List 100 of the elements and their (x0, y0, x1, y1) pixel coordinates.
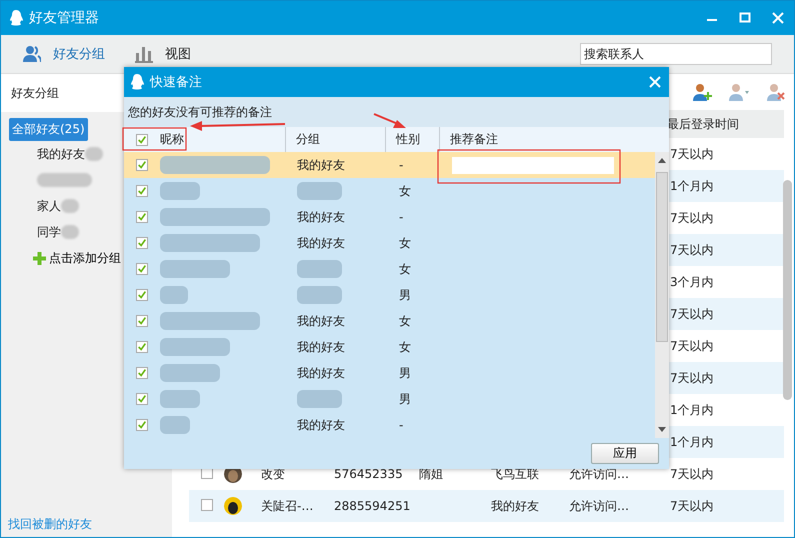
remark-field[interactable] (452, 156, 614, 174)
blurred-count (85, 147, 103, 161)
annotation-arrow (374, 113, 406, 128)
friend-row[interactable]: 女 (124, 178, 655, 204)
blurred-group-item (37, 173, 92, 187)
gender-cell: 男 (399, 366, 411, 380)
last-login-cell: 1个月内 (670, 178, 714, 192)
close-button[interactable] (770, 10, 786, 26)
column-header[interactable]: 最后登录时间 (667, 116, 739, 130)
close-button[interactable] (647, 74, 663, 90)
checkbox[interactable] (136, 367, 148, 379)
group-item[interactable]: 我的好友 (37, 146, 85, 162)
close-icon (647, 74, 663, 90)
scroll-down-icon[interactable] (658, 427, 666, 433)
checkbox[interactable] (136, 393, 148, 405)
checkbox[interactable] (136, 263, 148, 275)
group-item[interactable]: 同学 (37, 224, 61, 240)
bar-chart-icon (135, 45, 153, 63)
blurred-count (61, 199, 79, 213)
add-contact-icon[interactable] (692, 83, 712, 101)
scroll-up-icon[interactable] (658, 157, 666, 163)
last-login-cell: 7天以内 (670, 210, 714, 224)
checkbox[interactable] (136, 315, 148, 327)
friend-row[interactable]: 我的好友 女 (124, 334, 655, 360)
delete-contact-icon[interactable] (766, 83, 786, 101)
last-login-cell: 7天以内 (670, 370, 714, 384)
sidebar-item[interactable]: 全部好友(25) (9, 118, 88, 141)
checkbox[interactable] (200, 498, 212, 510)
name-cell: 改变 (261, 466, 285, 480)
gender-cell: - (399, 158, 404, 172)
blurred-name (160, 364, 220, 382)
permission-cell: 允许访问… (569, 498, 629, 512)
penguin-icon (9, 10, 23, 26)
group-cell: 我的好友 (297, 158, 345, 172)
gender-cell: 女 (399, 314, 411, 328)
friend-row[interactable]: 我的好友 - (124, 152, 655, 178)
friend-row[interactable]: 女 (124, 256, 655, 282)
last-login-cell: 7天以内 (670, 498, 714, 512)
avatar-icon (224, 497, 242, 515)
column-header[interactable]: 分组 (296, 131, 320, 148)
group-item[interactable]: 家人 (37, 198, 61, 214)
gender-cell: 女 (399, 184, 411, 198)
checkbox[interactable] (136, 159, 148, 171)
friend-row[interactable]: 男 (124, 386, 655, 412)
checkbox[interactable] (136, 289, 148, 301)
gender-cell: 男 (399, 288, 411, 302)
blurred-name (160, 390, 200, 408)
checkbox[interactable] (136, 185, 148, 197)
gender-cell: - (399, 418, 404, 432)
column-header[interactable]: 昵称 (160, 131, 184, 148)
blurred-name (160, 416, 190, 434)
scrollbar[interactable] (655, 152, 669, 438)
last-login-cell: 7天以内 (670, 146, 714, 160)
last-login-cell: 1个月内 (670, 402, 714, 416)
people-icon (23, 45, 41, 63)
apply-button[interactable]: 应用 (591, 443, 659, 464)
blurred-group (297, 390, 342, 408)
gender-cell: 女 (399, 262, 411, 276)
friend-row[interactable]: 我的好友 女 (124, 308, 655, 334)
friend-row[interactable]: 男 (124, 282, 655, 308)
last-login-cell: 7天以内 (670, 338, 714, 352)
checkbox[interactable] (136, 237, 148, 249)
friend-row[interactable]: 我的好友 男 (124, 360, 655, 386)
contact-options-icon[interactable] (726, 83, 752, 101)
search-field[interactable]: 搜索联系人 (580, 43, 772, 65)
last-login-cell: 7天以内 (670, 466, 714, 480)
friend-row[interactable]: 我的好友 - (124, 204, 655, 230)
gender-cell: - (399, 210, 404, 224)
blurred-name (160, 286, 188, 304)
friend-row[interactable]: 我的好友 女 (124, 230, 655, 256)
last-login-cell: 7天以内 (670, 242, 714, 256)
blurred-group (297, 286, 342, 304)
last-login-cell: 7天以内 (670, 306, 714, 320)
permission-cell: 允许访问… (569, 466, 629, 480)
checkbox[interactable] (136, 419, 148, 431)
checkbox[interactable] (136, 341, 148, 353)
dialog-message: 您的好友没有可推荐的备注 (124, 97, 669, 127)
add-group-button[interactable]: 点击添加分组 (33, 245, 121, 271)
blurred-count (61, 225, 79, 239)
blurred-group (297, 260, 342, 278)
minimize-icon (707, 19, 717, 21)
checkbox[interactable] (136, 134, 148, 146)
column-header[interactable]: 推荐备注 (450, 131, 498, 148)
friend-row[interactable]: 我的好友 - (124, 412, 655, 438)
group-cell: 我的好友 (297, 366, 345, 380)
checkbox[interactable] (136, 211, 148, 223)
toolbar-tab[interactable]: 好友分组 (23, 45, 105, 63)
scrollbar[interactable] (783, 180, 792, 400)
name-cell: 关陡召-… (261, 498, 314, 512)
penguin-icon (130, 74, 144, 90)
group-cell: 我的好友 (297, 418, 345, 432)
last-login-cell: 1个月内 (670, 434, 714, 448)
gender-cell: 男 (399, 392, 411, 406)
blurred-name (160, 182, 200, 200)
plus-icon (33, 252, 46, 264)
group-cell: 我的好友 (297, 340, 345, 354)
toolbar-tab[interactable]: 视图 (135, 45, 191, 63)
annotation-box (122, 127, 187, 151)
column-header[interactable]: 性别 (396, 131, 420, 148)
qq-number-cell: 2885594251 (334, 499, 410, 513)
